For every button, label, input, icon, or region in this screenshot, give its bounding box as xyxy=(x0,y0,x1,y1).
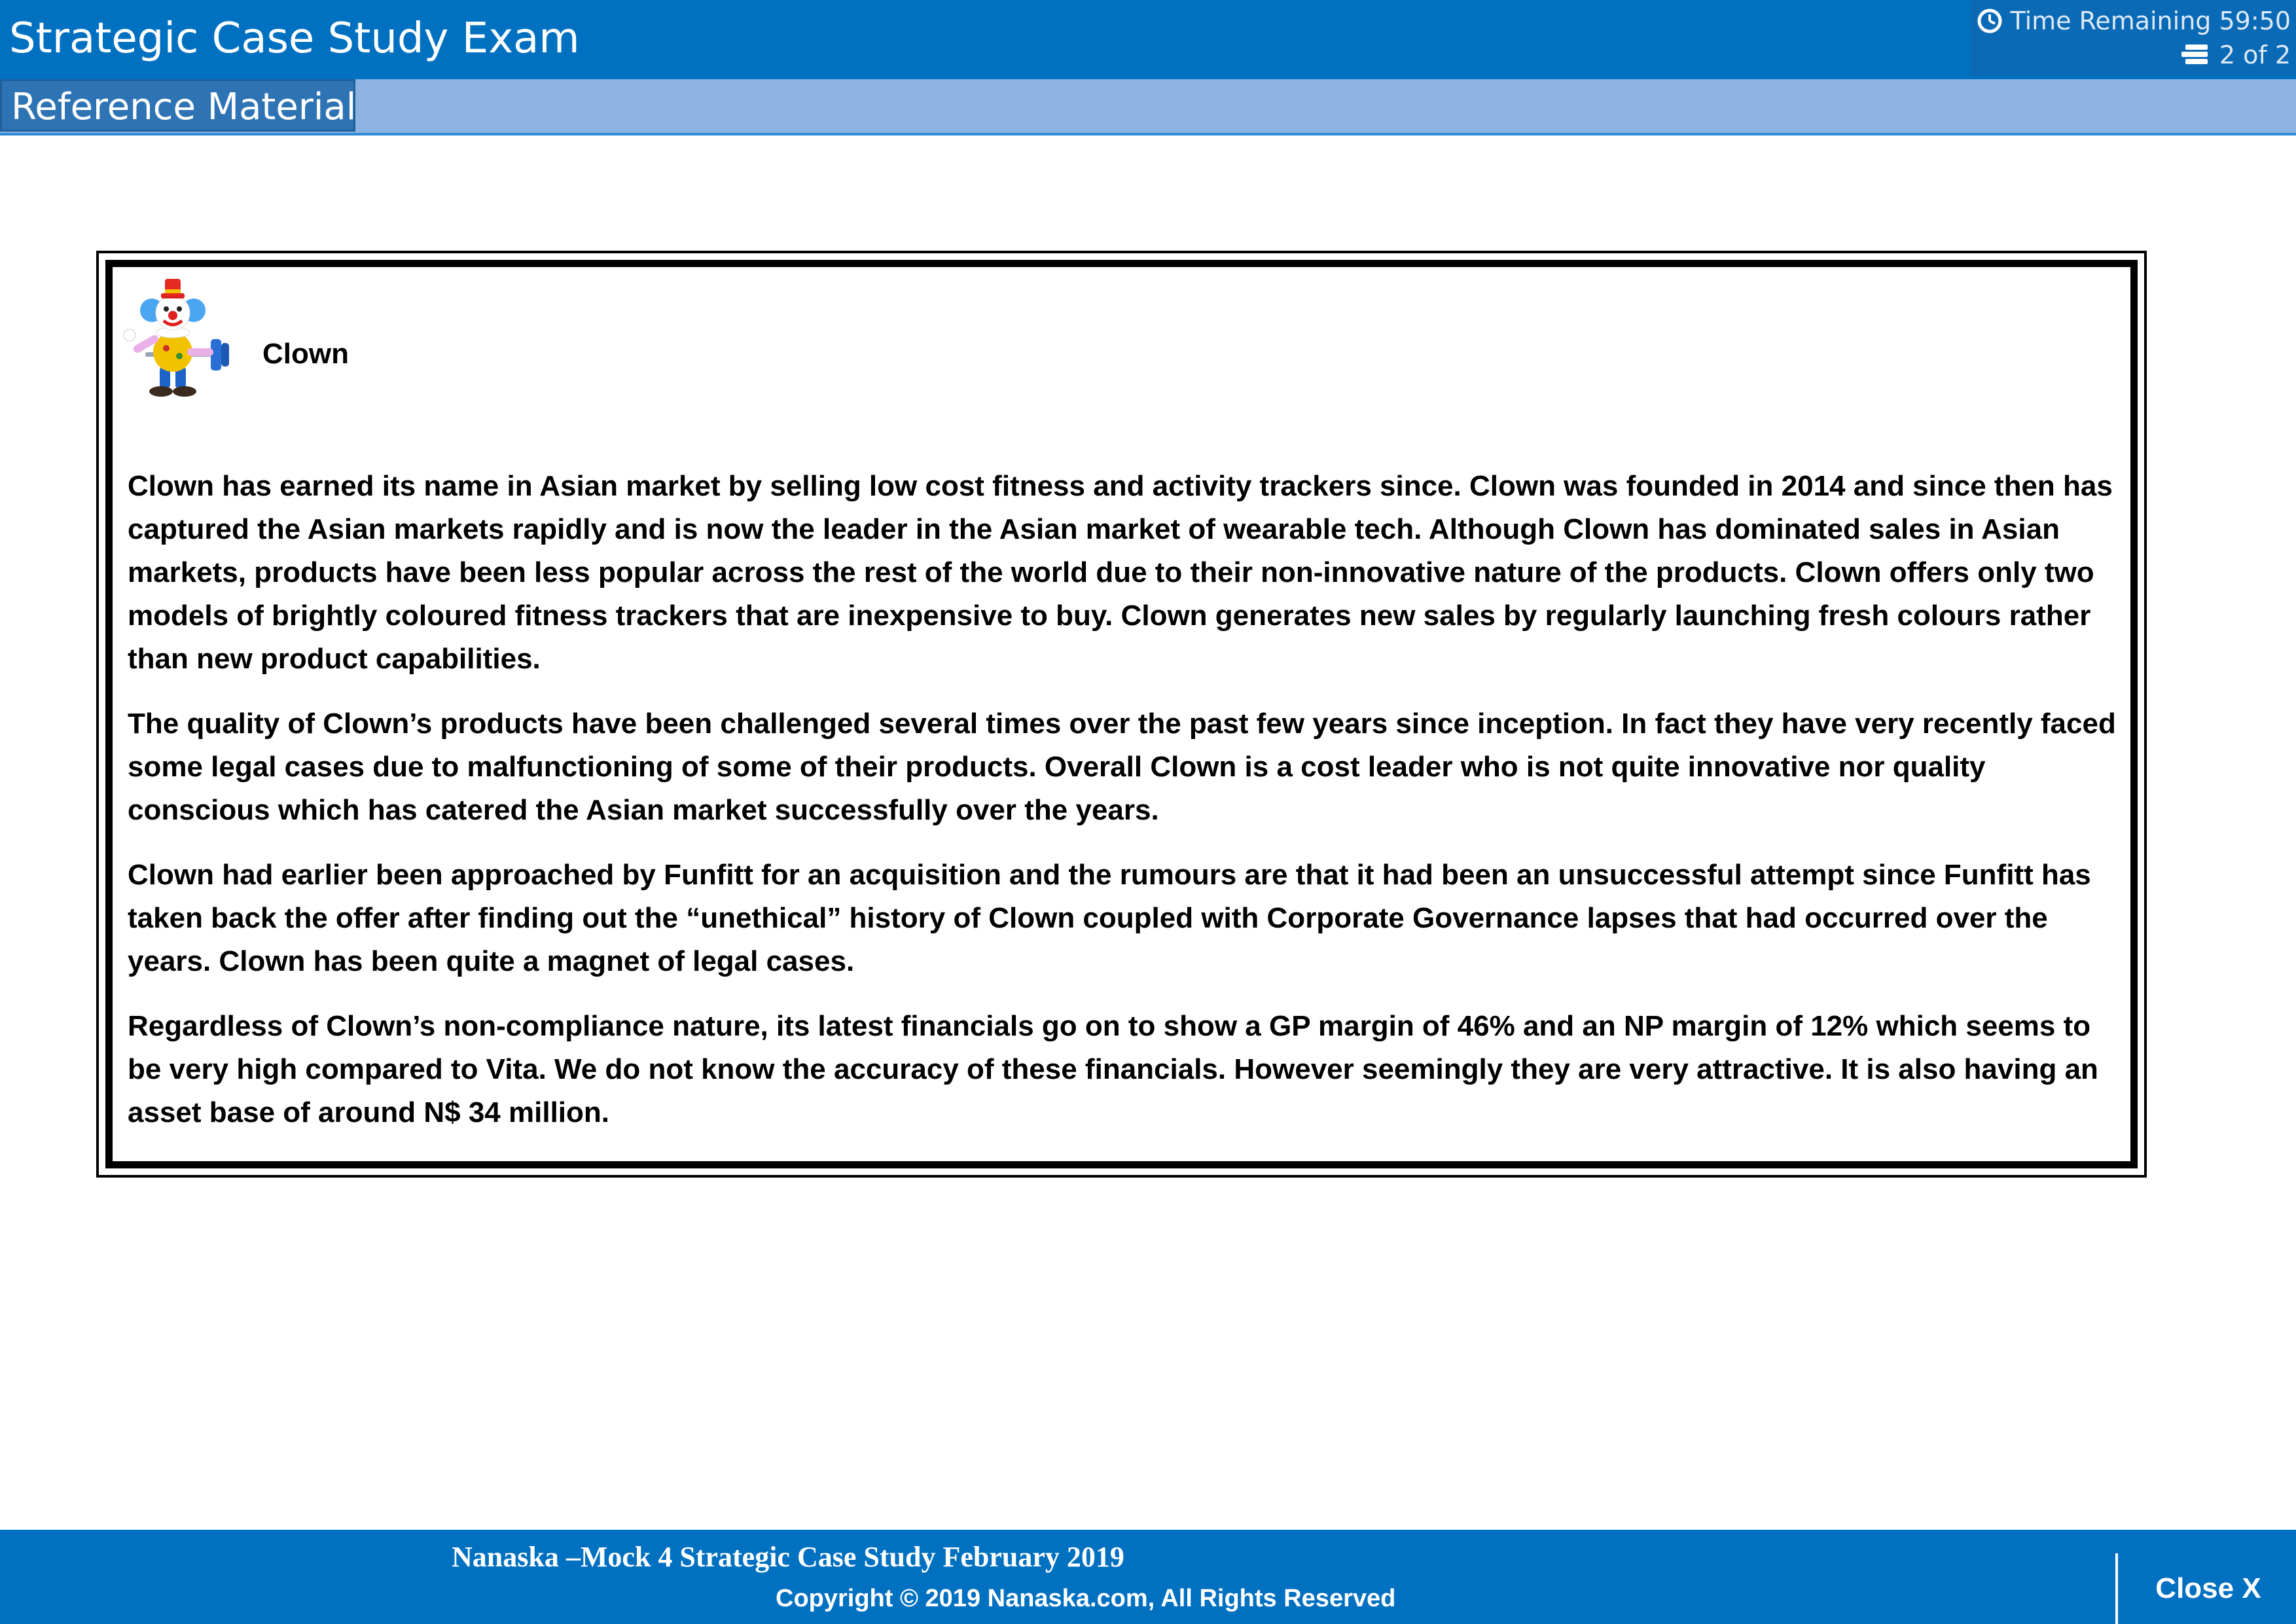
page-indicator: 2 of 2 xyxy=(2179,41,2291,69)
section-bar: Reference Material xyxy=(0,79,2296,135)
reference-material-tab[interactable]: Reference Material xyxy=(0,79,357,132)
time-remaining: Time Remaining 59:50 xyxy=(1977,7,2291,35)
exam-status-panel: Time Remaining 59:50 2 of 2 xyxy=(1970,0,2296,76)
exam-title: Strategic Case Study Exam xyxy=(9,14,580,63)
close-button[interactable]: Close X xyxy=(2121,1556,2296,1621)
clock-icon xyxy=(1977,9,2002,33)
section-label: Reference Material xyxy=(11,86,357,128)
page-indicator-text: 2 of 2 xyxy=(2219,41,2291,69)
clown-mascot xyxy=(123,279,229,397)
footer-divider xyxy=(2115,1553,2118,1624)
paragraph: Clown has earned its name in Asian marke… xyxy=(128,470,2113,675)
time-remaining-text: Time Remaining 59:50 xyxy=(2010,7,2291,35)
case-study-text: Clown has earned its name in Asian marke… xyxy=(128,465,2117,1156)
paragraph: The quality of Clown’s products have bee… xyxy=(128,708,2116,826)
paragraph: Clown had earlier been approached by Fun… xyxy=(128,859,2091,977)
footer-copyright: Copyright © 2019 Nanaska.com, All Rights… xyxy=(776,1585,1396,1612)
paragraph: Regardless of Clown’s non-compliance nat… xyxy=(128,1010,2098,1128)
exam-footer: Nanaska –Mock 4 Strategic Case Study Feb… xyxy=(0,1530,2296,1624)
pages-icon xyxy=(2181,45,2208,64)
company-heading: Clown xyxy=(262,338,349,370)
footer-title: Nanaska –Mock 4 Strategic Case Study Feb… xyxy=(452,1541,1124,1573)
exam-header: Strategic Case Study Exam Time Remaining… xyxy=(0,0,2296,79)
